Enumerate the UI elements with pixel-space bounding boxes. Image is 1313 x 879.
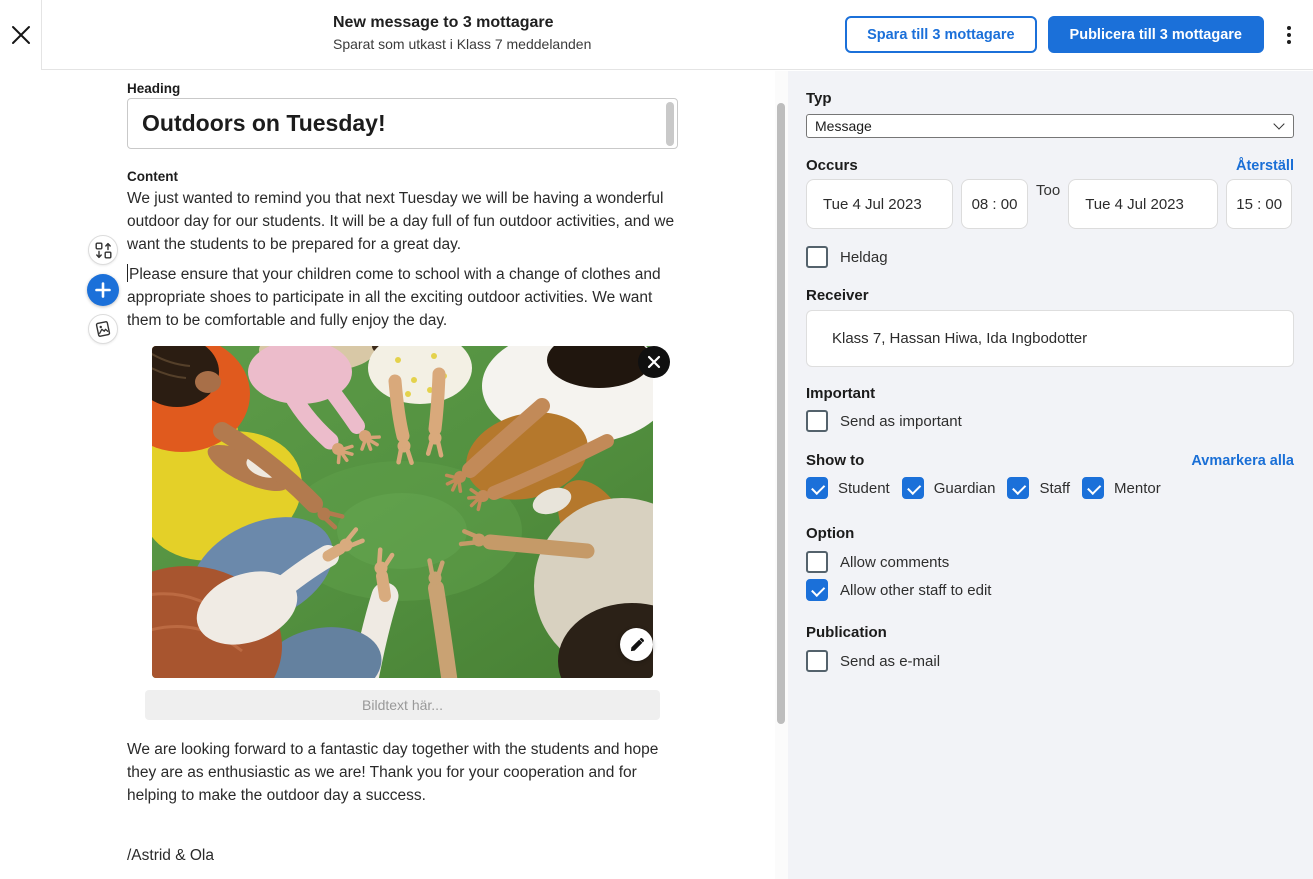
- send-as-important-label: Send as important: [840, 412, 962, 430]
- show-to-staff-checkbox[interactable]: [1007, 477, 1030, 499]
- receiver-input[interactable]: Klass 7, Hassan Hiwa, Ida Ingbodotter: [806, 310, 1294, 367]
- receiver-value: Klass 7, Hassan Hiwa, Ida Ingbodotter: [832, 330, 1088, 347]
- content-paragraph-2[interactable]: Please ensure that your children come to…: [127, 263, 680, 332]
- show-to-label: Show to: [806, 452, 865, 469]
- message-editor: Heading Outdoors on Tuesday! Content We …: [0, 71, 775, 879]
- important-label: Important: [806, 385, 876, 402]
- caption-placeholder: Bildtext här...: [362, 697, 443, 713]
- content-signature[interactable]: /Astrid & Ola: [127, 847, 214, 865]
- header-actions: Spara till 3 mottagare Publicera till 3 …: [845, 16, 1299, 53]
- settings-sidebar: Typ Message Occurs Återställ Tue 4 Jul 2…: [788, 71, 1313, 879]
- header: New message to 3 mottagare Sparat som ut…: [0, 0, 1313, 70]
- content-scrollbar[interactable]: [775, 71, 788, 879]
- end-time-input[interactable]: 15 : 00: [1226, 179, 1293, 229]
- title-block: New message to 3 mottagare Sparat som ut…: [333, 13, 591, 52]
- start-time-input[interactable]: 08 : 00: [961, 179, 1028, 229]
- show-to-guardian-label: Guardian: [933, 479, 996, 497]
- type-label: Typ: [806, 90, 832, 107]
- main-area: Heading Outdoors on Tuesday! Content We …: [0, 71, 1313, 879]
- allow-comments-label: Allow comments: [840, 553, 950, 571]
- insert-image-button[interactable]: [88, 314, 118, 344]
- close-icon: [11, 26, 30, 44]
- to-label: Too: [1036, 182, 1061, 199]
- content-label: Content: [127, 169, 178, 184]
- show-to-student-label: Student: [838, 479, 890, 497]
- text-cursor: [127, 264, 128, 282]
- content-paragraph-3[interactable]: We are looking forward to a fantastic da…: [127, 738, 680, 807]
- option-label: Option: [806, 525, 855, 542]
- show-to-guardian-checkbox[interactable]: [901, 477, 924, 499]
- show-to-staff-label: Staff: [1039, 479, 1071, 497]
- remove-image-button[interactable]: [638, 346, 670, 378]
- occurs-datetime-row: Tue 4 Jul 2023 08 : 00 Too Tue 4 Jul 202…: [806, 179, 1294, 229]
- allow-other-staff-checkbox[interactable]: [806, 579, 828, 601]
- remove-image-icon: [647, 355, 661, 369]
- more-options-button[interactable]: [1279, 16, 1299, 53]
- edit-image-button[interactable]: [620, 628, 653, 661]
- send-as-email-label: Send as e-mail: [840, 652, 941, 670]
- edit-image-icon: [630, 637, 644, 651]
- receiver-label: Receiver: [806, 287, 869, 304]
- close-button[interactable]: [0, 0, 42, 70]
- send-as-important-checkbox[interactable]: [806, 410, 828, 432]
- type-select-value: Message: [815, 118, 872, 134]
- save-button[interactable]: Spara till 3 mottagare: [845, 16, 1037, 53]
- show-to-mentor-label: Mentor: [1114, 479, 1161, 497]
- allow-comments-checkbox[interactable]: [806, 551, 828, 573]
- content-scrollbar-thumb[interactable]: [777, 103, 785, 724]
- all-day-label: Heldag: [840, 248, 888, 266]
- image-caption-input[interactable]: Bildtext här...: [145, 690, 660, 720]
- publication-label: Publication: [806, 624, 887, 641]
- occurs-label: Occurs: [806, 157, 858, 174]
- end-date-input[interactable]: Tue 4 Jul 2023: [1068, 179, 1219, 229]
- show-to-options: Student Guardian Staff Mentor: [806, 477, 1294, 499]
- all-day-checkbox[interactable]: [806, 246, 828, 268]
- reorder-blocks-icon: [95, 242, 111, 258]
- heading-input[interactable]: Outdoors on Tuesday!: [127, 98, 678, 149]
- page-title: New message to 3 mottagare: [333, 14, 554, 31]
- show-to-student-checkbox[interactable]: [806, 477, 828, 499]
- type-select[interactable]: Message: [806, 114, 1294, 138]
- heading-value: Outdoors on Tuesday!: [142, 110, 386, 136]
- chevron-down-icon: [1273, 118, 1285, 130]
- start-date-input[interactable]: Tue 4 Jul 2023: [806, 179, 953, 229]
- add-block-button[interactable]: [87, 274, 119, 306]
- show-to-mentor-checkbox[interactable]: [1082, 477, 1105, 499]
- kebab-menu-icon: [1287, 25, 1291, 30]
- heading-input-scrollbar[interactable]: [666, 102, 674, 146]
- reorder-blocks-button[interactable]: [88, 235, 118, 265]
- content-paragraph-1[interactable]: We just wanted to remind you that next T…: [127, 187, 680, 256]
- draft-status: Sparat som utkast i Klass 7 meddelanden: [333, 36, 592, 52]
- heading-label: Heading: [127, 81, 181, 96]
- content-image[interactable]: [152, 346, 653, 678]
- insert-image-icon: [95, 321, 111, 337]
- reset-link[interactable]: Återställ: [1236, 158, 1294, 174]
- send-as-email-checkbox[interactable]: [806, 650, 828, 672]
- publish-button[interactable]: Publicera till 3 mottagare: [1047, 16, 1264, 53]
- deselect-all-link[interactable]: Avmarkera alla: [1191, 453, 1294, 469]
- add-block-icon: [95, 282, 111, 298]
- content-image-block: [152, 346, 670, 678]
- allow-other-staff-label: Allow other staff to edit: [840, 581, 992, 599]
